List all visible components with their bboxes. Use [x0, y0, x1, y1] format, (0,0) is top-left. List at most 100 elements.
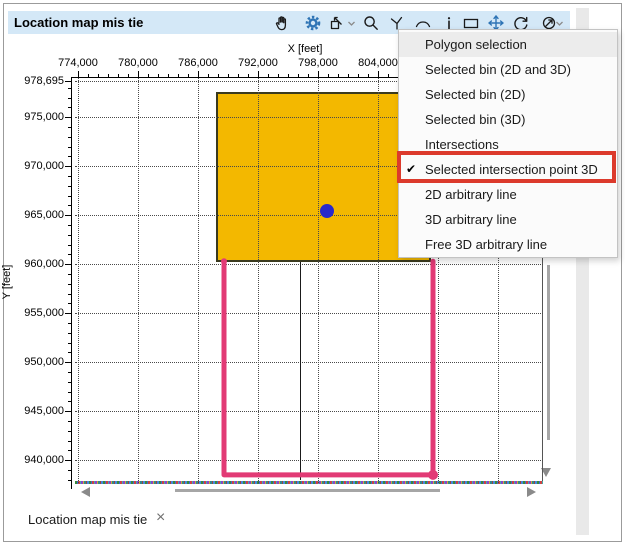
y-tick-label: 965,000	[24, 209, 64, 222]
y-tick	[68, 126, 71, 128]
x-tick-label: 792,000	[238, 57, 278, 69]
menu-item-label: 3D arbitrary line	[425, 212, 517, 227]
x-tick	[148, 74, 149, 77]
x-tick	[238, 74, 239, 77]
x-tick-label: 774,000	[58, 57, 98, 69]
y-tick	[68, 440, 71, 442]
x-tick	[218, 74, 219, 77]
x-tick	[288, 74, 289, 77]
x-tick	[258, 71, 259, 77]
x-tick-label: 780,000	[118, 57, 158, 69]
menu-item-polygon-selection[interactable]: Polygon selection	[399, 32, 617, 57]
x-gridline	[78, 78, 79, 483]
menu-item-label: Selected bin (2D)	[425, 87, 526, 102]
y-gridline	[75, 460, 543, 462]
x-tick	[328, 74, 329, 77]
y-tick	[68, 322, 71, 324]
x-tick	[208, 74, 209, 77]
y-tick	[65, 460, 71, 462]
y-tick	[68, 450, 71, 452]
y-tick	[68, 175, 71, 177]
menu-item-selected-bin-2d-[interactable]: Selected bin (2D)	[399, 82, 617, 107]
y-tick	[68, 303, 71, 305]
x-tick	[308, 74, 309, 77]
y-tick	[68, 342, 71, 344]
x-tick	[178, 74, 179, 77]
menu-item-label: Selected bin (2D and 3D)	[425, 62, 571, 77]
y-gridline	[75, 264, 543, 266]
x-tick-label: 798,000	[298, 57, 338, 69]
x-tick-label: 786,000	[178, 57, 218, 69]
y-tick	[65, 166, 71, 168]
menu-item-2d-arbitrary-line[interactable]: 2D arbitrary line	[399, 182, 617, 207]
menu-item-label: 2D arbitrary line	[425, 187, 517, 202]
y-tick	[65, 215, 71, 217]
y-tick	[65, 313, 71, 315]
x-tick	[268, 74, 269, 77]
y-tick-label: 945,000	[24, 405, 64, 418]
x-tick	[128, 74, 129, 77]
y-tick	[68, 283, 71, 285]
2d-line	[300, 262, 301, 481]
x-tick	[78, 71, 79, 77]
y-tick	[68, 293, 71, 295]
y-tick	[65, 80, 71, 82]
y-tick	[68, 420, 71, 422]
x-axis-title: X [feet]	[287, 43, 323, 55]
x-gridline	[138, 78, 139, 483]
menu-item-selected-bin-3d-[interactable]: Selected bin (3D)	[399, 107, 617, 132]
menu-item-label: Free 3D arbitrary line	[425, 237, 548, 252]
x-tick	[98, 74, 99, 77]
x-tick	[198, 71, 199, 77]
y-tick	[65, 117, 71, 119]
y-gridline	[75, 313, 543, 315]
x-tick	[118, 74, 119, 77]
y-tick	[68, 146, 71, 148]
y-tick	[68, 469, 71, 471]
x-tick	[188, 74, 189, 77]
x-gridline	[198, 78, 199, 483]
y-tick	[68, 136, 71, 138]
y-tick	[68, 87, 71, 89]
x-tick	[278, 74, 279, 77]
x-tick	[298, 74, 299, 77]
x-tick	[248, 74, 249, 77]
x-tick	[228, 74, 229, 77]
x-tick	[168, 74, 169, 77]
y-tick-label: 960,000	[24, 258, 64, 271]
y-tick-label: 940,000	[24, 454, 64, 467]
x-tick	[368, 74, 369, 77]
x-tick	[88, 74, 89, 77]
menu-item-free-3d-arbitrary-line[interactable]: Free 3D arbitrary line	[399, 232, 617, 257]
y-tick	[68, 234, 71, 236]
y-tick	[68, 254, 71, 256]
x-tick	[338, 74, 339, 77]
menu-item-3d-arbitrary-line[interactable]: 3D arbitrary line	[399, 207, 617, 232]
y-tick	[65, 411, 71, 413]
y-gridline	[75, 362, 543, 364]
menu-item-label: Polygon selection	[425, 37, 527, 52]
x-tick	[158, 74, 159, 77]
y-tick	[68, 479, 71, 481]
y-tick	[68, 224, 71, 226]
annotation-red-box	[397, 151, 616, 183]
menu-item-selected-bin-2d-and-3d-[interactable]: Selected bin (2D and 3D)	[399, 57, 617, 82]
y-tick	[68, 401, 71, 403]
y-tick-label: 975,000	[24, 111, 64, 124]
y-tick-label: 950,000	[24, 356, 64, 369]
y-tick	[68, 371, 71, 373]
x-tick	[318, 71, 319, 77]
x-tick	[138, 71, 139, 77]
x-tick	[388, 74, 389, 77]
y-tick	[68, 205, 71, 207]
y-tick-label: 970,000	[24, 160, 64, 173]
y-tick	[68, 97, 71, 99]
menu-item-label: Selected bin (3D)	[425, 112, 526, 127]
y-tick	[68, 107, 71, 109]
y-tick	[68, 352, 71, 354]
y-tick-label: 955,000	[24, 307, 64, 320]
y-gridline	[75, 411, 543, 413]
selection-tools-menu: Polygon selection Selected bin (2D and 3D…	[398, 29, 618, 258]
y-tick	[68, 185, 71, 187]
y-tick	[68, 195, 71, 197]
